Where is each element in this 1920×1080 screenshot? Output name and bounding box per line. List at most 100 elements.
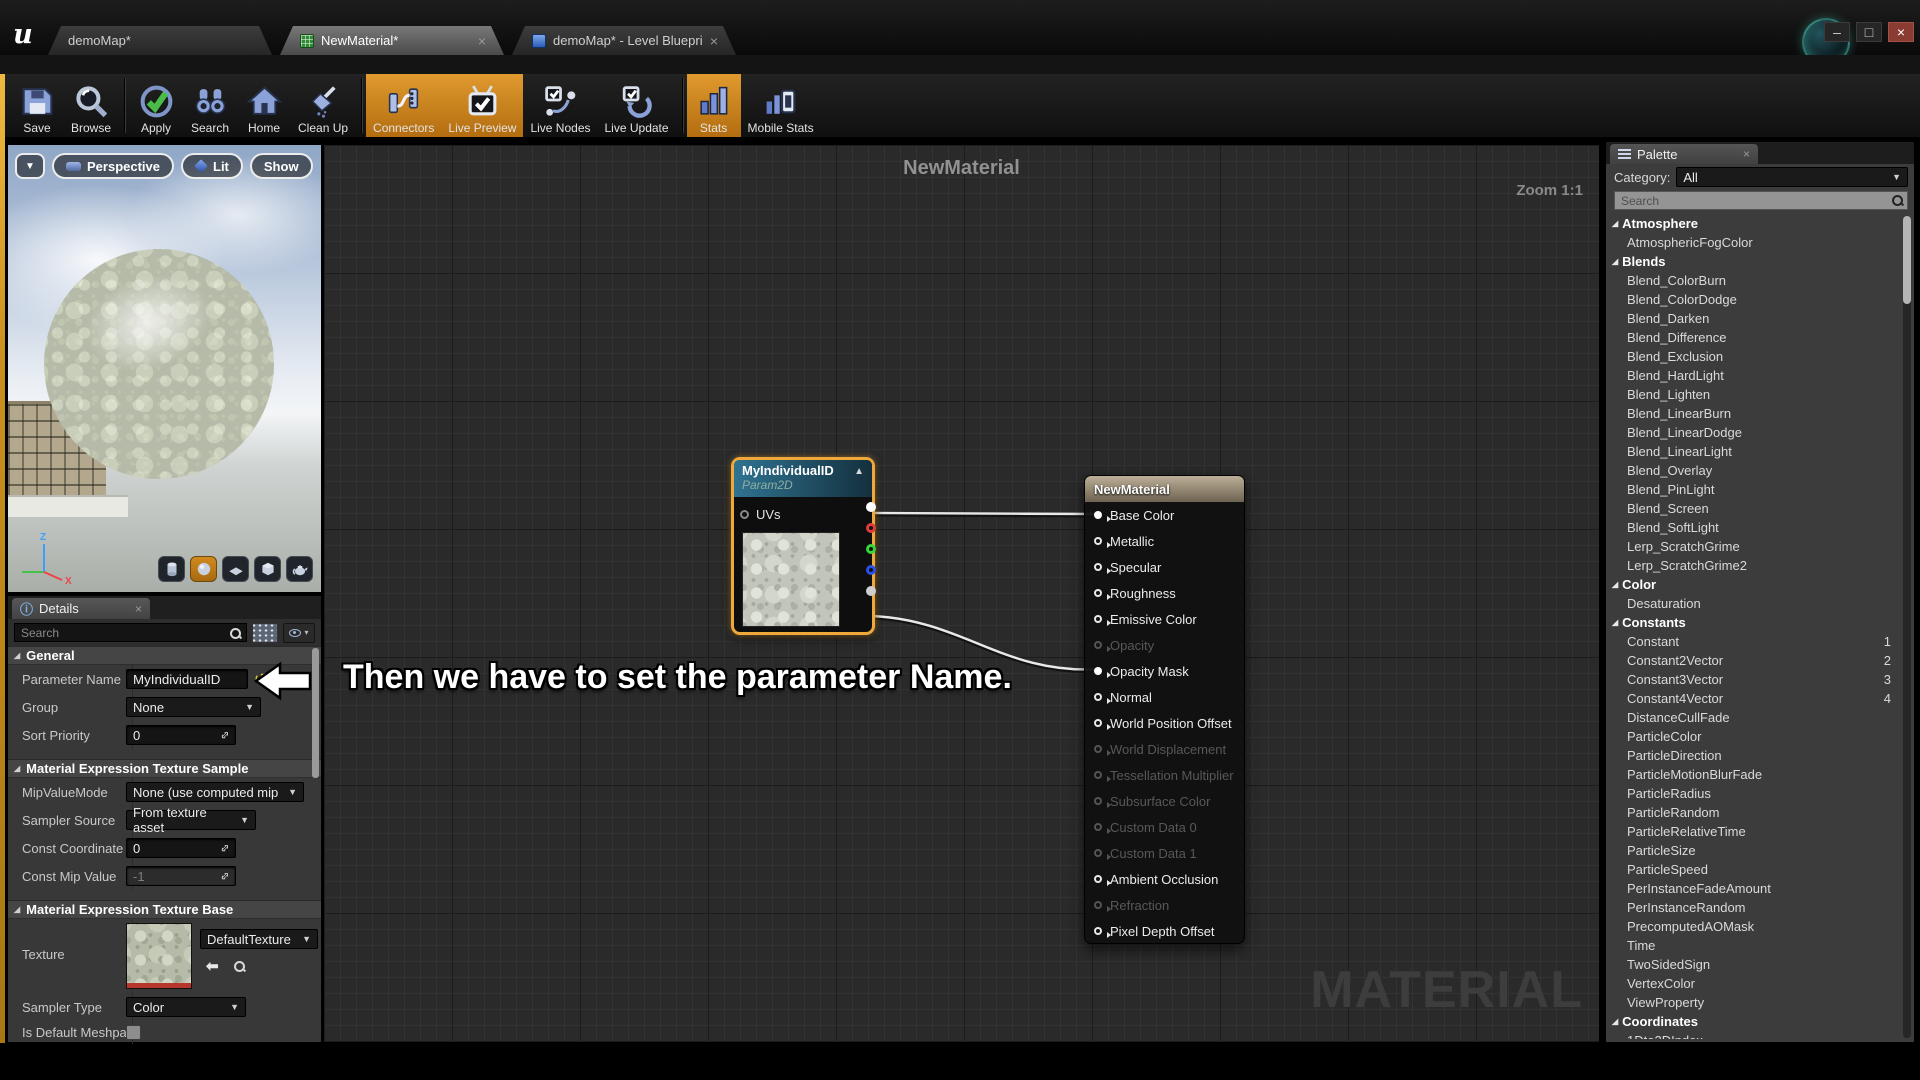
input-pin[interactable] xyxy=(1094,771,1102,779)
material-pin-row[interactable]: Roughness xyxy=(1094,580,1238,606)
output-pin-a-output[interactable] xyxy=(866,586,876,596)
palette-item[interactable]: ◢ ParticleMotionBlurFade xyxy=(1608,765,1901,784)
palette-item[interactable]: ◢ PerInstanceFadeAmount xyxy=(1608,879,1901,898)
uvs-input-pin[interactable] xyxy=(740,510,749,519)
palette-item[interactable]: ◢ Blend_LinearLight xyxy=(1608,442,1901,461)
output-pin-r-output[interactable] xyxy=(866,523,876,533)
palette-scrollbar-thumb[interactable] xyxy=(1903,216,1911,304)
output-pin-g-output[interactable] xyxy=(866,544,876,554)
palette-item[interactable]: ◢ Blend_Overlay xyxy=(1608,461,1901,480)
palette-item[interactable]: ◢ Constant2Vector 2 xyxy=(1608,651,1901,670)
material-pin-row[interactable]: World Position Offset xyxy=(1094,710,1238,736)
palette-item[interactable]: ◢ Blends xyxy=(1608,252,1901,271)
palette-item[interactable]: ◢ ParticleSpeed xyxy=(1608,860,1901,879)
shape-button-plane[interactable] xyxy=(222,556,249,582)
shape-button-sphere[interactable] xyxy=(190,556,217,582)
palette-item[interactable]: ◢ Blend_ColorBurn xyxy=(1608,271,1901,290)
material-node-header[interactable]: NewMaterial xyxy=(1085,476,1244,502)
tab-close-icon[interactable]: × xyxy=(478,33,486,49)
preview-viewport[interactable]: ▼ Perspective Lit Show xyxy=(7,144,322,593)
palette-item[interactable]: ◢ ParticleColor xyxy=(1608,727,1901,746)
palette-item[interactable]: ◢ PerInstanceRandom xyxy=(1608,898,1901,917)
input-pin[interactable] xyxy=(1094,537,1102,545)
browse-to-asset-icon[interactable] xyxy=(233,960,246,973)
input-pin[interactable] xyxy=(1094,511,1102,519)
sampler-type-dropdown[interactable]: Color ▼ xyxy=(126,997,246,1017)
material-pin-row[interactable]: Base Color xyxy=(1094,502,1238,528)
tab-close-icon[interactable]: × xyxy=(710,33,718,49)
palette-item[interactable]: ◢ VertexColor xyxy=(1608,974,1901,993)
toolbar-button[interactable]: Home xyxy=(237,74,291,137)
section-texture-sample[interactable]: ◢ Material Expression Texture Sample xyxy=(8,759,321,778)
input-pin[interactable] xyxy=(1094,797,1102,805)
palette-item[interactable]: ◢ ParticleRelativeTime xyxy=(1608,822,1901,841)
use-selected-asset-icon[interactable]: ⬅ xyxy=(206,957,219,975)
toolbar-button[interactable]: Live Nodes xyxy=(523,74,597,137)
shape-button-cube[interactable] xyxy=(254,556,281,582)
material-result-node[interactable]: NewMaterial Base Color Metallic Specular xyxy=(1084,475,1245,944)
palette-item[interactable]: ◢ Blend_SoftLight xyxy=(1608,518,1901,537)
palette-item[interactable]: ◢ Lerp_ScratchGrime2 xyxy=(1608,556,1901,575)
material-pin-row[interactable]: Metallic xyxy=(1094,528,1238,554)
material-pin-row[interactable]: Pixel Depth Offset xyxy=(1094,918,1238,944)
palette-item[interactable]: ◢ PrecomputedAOMask xyxy=(1608,917,1901,936)
details-tab[interactable]: ⓘ Details × xyxy=(12,598,150,619)
toolbar-button[interactable]: Live Preview xyxy=(441,74,523,137)
palette-item[interactable]: ◢ Blend_ColorDodge xyxy=(1608,290,1901,309)
close-button[interactable]: × xyxy=(1888,22,1914,42)
category-dropdown[interactable]: All ▼ xyxy=(1676,167,1908,187)
wire-basecolor[interactable] xyxy=(872,513,1100,514)
palette-item[interactable]: ◢ Blend_Screen xyxy=(1608,499,1901,518)
lit-button[interactable]: Lit xyxy=(181,153,243,179)
details-search-input[interactable] xyxy=(14,623,247,642)
minimize-button[interactable]: – xyxy=(1824,22,1850,42)
viewport-options-button[interactable]: ▼ xyxy=(15,153,45,179)
input-pin[interactable] xyxy=(1094,745,1102,753)
palette-item[interactable]: ◢ Coordinates xyxy=(1608,1012,1901,1031)
texture-thumbnail[interactable] xyxy=(126,923,192,989)
input-pin[interactable] xyxy=(1094,901,1102,909)
material-pin-row[interactable]: Opacity xyxy=(1094,632,1238,658)
sampler-source-dropdown[interactable]: From texture asset ▼ xyxy=(126,810,256,830)
palette-item[interactable]: ◢ ParticleRandom xyxy=(1608,803,1901,822)
material-pin-row[interactable]: Normal xyxy=(1094,684,1238,710)
toolbar-button[interactable]: Apply xyxy=(129,74,183,137)
palette-item[interactable]: ◢ Desaturation xyxy=(1608,594,1901,613)
toolbar-button[interactable]: Mobile Stats xyxy=(741,74,821,137)
palette-item[interactable]: ◢ Constant3Vector 3 xyxy=(1608,670,1901,689)
texture-asset-dropdown[interactable]: DefaultTexture ▼ xyxy=(200,929,318,949)
palette-item[interactable]: ◢ 1Dto2DIndex xyxy=(1608,1031,1901,1039)
material-pin-row[interactable]: Custom Data 1 xyxy=(1094,840,1238,866)
view-options-button[interactable]: ▾ xyxy=(283,623,315,643)
palette-item[interactable]: ◢ Lerp_ScratchGrime xyxy=(1608,537,1901,556)
material-pin-row[interactable]: Custom Data 0 xyxy=(1094,814,1238,840)
palette-item[interactable]: ◢ Blend_LinearBurn xyxy=(1608,404,1901,423)
tab-demomap[interactable]: demoMap* xyxy=(48,26,272,55)
toolbar-button[interactable]: Browse xyxy=(64,74,118,137)
material-pin-row[interactable]: World Displacement xyxy=(1094,736,1238,762)
palette-item[interactable]: ◢ Time xyxy=(1608,936,1901,955)
input-pin[interactable] xyxy=(1094,667,1102,675)
shape-button-cylinder[interactable] xyxy=(158,556,185,582)
input-pin[interactable] xyxy=(1094,693,1102,701)
palette-item[interactable]: ◢ ParticleRadius xyxy=(1608,784,1901,803)
material-pin-row[interactable]: Tessellation Multiplier xyxy=(1094,762,1238,788)
property-matrix-button[interactable] xyxy=(252,623,278,643)
material-pin-row[interactable]: Opacity Mask xyxy=(1094,658,1238,684)
input-pin[interactable] xyxy=(1094,589,1102,597)
palette-item[interactable]: ◢ Blend_Exclusion xyxy=(1608,347,1901,366)
drag-handle-icon[interactable]: ⇕ xyxy=(217,727,233,743)
input-pin[interactable] xyxy=(1094,615,1102,623)
material-pin-row[interactable]: Subsurface Color xyxy=(1094,788,1238,814)
input-pin[interactable] xyxy=(1094,927,1102,935)
perspective-button[interactable]: Perspective xyxy=(52,153,174,179)
palette-close-icon[interactable]: × xyxy=(1743,147,1750,161)
palette-item[interactable]: ◢ ParticleDirection xyxy=(1608,746,1901,765)
input-pin[interactable] xyxy=(1094,849,1102,857)
param2d-node[interactable]: MyIndividualID Param2D ▲ UVs xyxy=(731,457,875,635)
input-pin[interactable] xyxy=(1094,875,1102,883)
output-pin-b-output[interactable] xyxy=(866,565,876,575)
input-pin[interactable] xyxy=(1094,563,1102,571)
group-dropdown[interactable]: None ▼ xyxy=(126,697,261,717)
toolbar-button[interactable]: Live Update xyxy=(598,74,676,137)
